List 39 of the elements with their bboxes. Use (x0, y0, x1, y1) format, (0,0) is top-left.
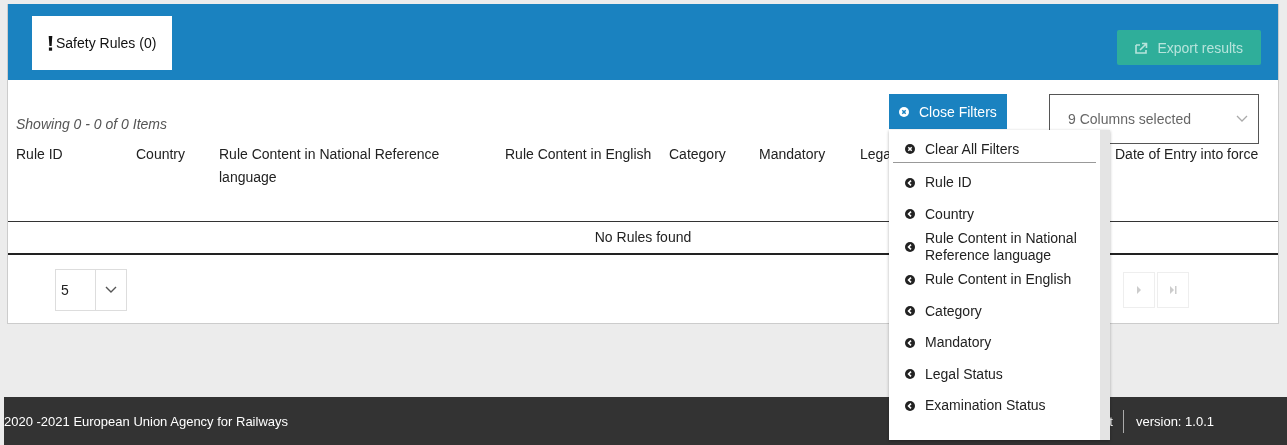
share-icon (1135, 41, 1150, 54)
chevron-left-circle-icon (905, 242, 915, 252)
chevron-down-icon (1236, 115, 1248, 123)
column-header[interactable]: Country (136, 143, 219, 221)
footer-link[interactable]: t (1109, 413, 1123, 429)
column-header[interactable]: Rule Content in English (505, 143, 669, 221)
chevron-left-circle-icon (905, 177, 915, 188)
filter-menu-item[interactable]: Legal Status (893, 358, 1096, 390)
results-summary: Showing 0 - 0 of 0 Items (16, 116, 168, 132)
scrollbar[interactable] (1100, 130, 1110, 440)
chevron-left-circle-icon (905, 209, 915, 220)
skip-end-icon (1169, 285, 1177, 294)
close-filters-button[interactable]: Close Filters (889, 94, 1007, 129)
play-icon (1136, 285, 1142, 294)
chevron-down-icon (105, 285, 117, 294)
chevron-left-circle-icon (905, 337, 915, 348)
filter-menu-item[interactable]: Rule Content in National Reference language (893, 230, 1096, 264)
filter-menu-item[interactable]: Country (893, 198, 1096, 230)
chevron-left-circle-icon (905, 306, 915, 317)
chevron-left-circle-icon (905, 400, 915, 411)
column-header[interactable]: Rule ID (16, 143, 136, 221)
filter-menu-item[interactable]: Rule ID (893, 167, 1096, 199)
column-header[interactable]: Mandatory (759, 143, 860, 221)
filter-menu-item[interactable]: Rule Content in English (893, 264, 1096, 296)
chevron-left-circle-icon (905, 274, 915, 285)
filter-menu-item[interactable]: Examination Status (893, 390, 1096, 422)
filter-menu-item[interactable]: Category (893, 295, 1096, 327)
tab[interactable]: Safety Rules (0) (32, 16, 173, 70)
close-circle-icon (899, 106, 909, 117)
chevron-left-circle-icon (905, 369, 915, 380)
page-size-select[interactable]: 5 (55, 268, 127, 311)
close-circle-icon (905, 144, 915, 154)
column-header[interactable]: Date of Entry into force (1115, 143, 1278, 221)
column-header[interactable]: Rule Content in National Reference language (219, 143, 505, 221)
exclamation-icon (48, 35, 53, 51)
copyright-text: 2020 -2021 European Union Agency for Railways (4, 413, 288, 429)
version-text: version: 1.0.1 (1122, 409, 1287, 433)
filter-menu-item[interactable]: Mandatory (893, 327, 1096, 359)
column-header[interactable]: Category (669, 143, 759, 221)
